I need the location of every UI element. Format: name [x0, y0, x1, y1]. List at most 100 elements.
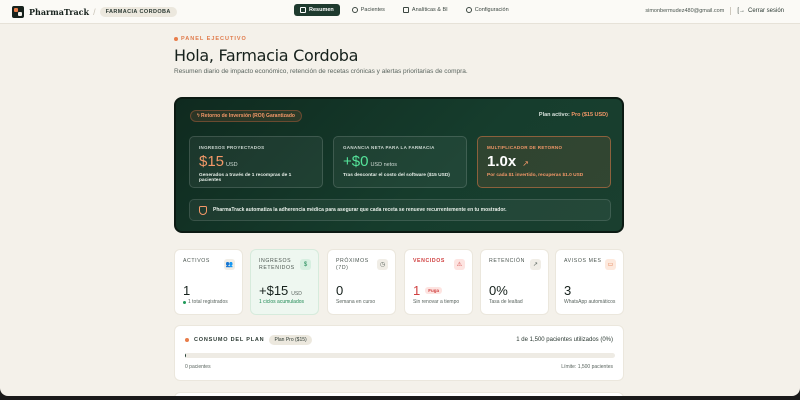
trend-icon: ↗ — [530, 259, 541, 270]
stat-number: 1 — [183, 283, 191, 298]
eyebrow: PANEL EJECUTIVO — [174, 36, 624, 42]
usage-title: CONSUMO DEL PLAN — [194, 337, 265, 343]
grid-icon — [300, 7, 306, 13]
plan-badge: Plan Pro ($15) — [269, 335, 312, 345]
hero-note-text: PharmaTrack automatiza la adherencia méd… — [213, 207, 507, 213]
stat-sub: WhatsApp automáticos — [564, 299, 620, 305]
tab-configuracion[interactable]: Configuración — [460, 4, 515, 16]
metric-number: +$0 — [343, 153, 369, 170]
tab-pacientes[interactable]: Pacientes — [346, 4, 391, 16]
stat-sub-text: 1 total registrados — [188, 299, 228, 305]
status-dot-icon — [183, 300, 186, 304]
stat-value: 3 — [564, 283, 571, 298]
eyebrow-text: PANEL EJECUTIVO — [181, 36, 247, 42]
usage-limit-label: Límite: 1,500 pacientes — [561, 364, 613, 370]
usage-progress-bar — [185, 353, 615, 358]
logout-icon: [→ — [737, 8, 745, 14]
brand-name: PharmaTrack — [29, 6, 90, 17]
metric-net-gain: GANANCIA NETA PARA LA FARMACIA +$0 USD n… — [333, 136, 467, 188]
stat-label: INGRESOS RETENIDOS — [259, 258, 295, 271]
roi-hero-card: ϟ Retorno de Inversión (ROI) Garantizado… — [174, 97, 624, 233]
stat-sub-text: Sin renovar a tiempo — [413, 299, 460, 305]
stat-card-vencidos[interactable]: VENCIDOS ⚠ 1 Fuga Sin renovar a tiempo — [404, 249, 473, 315]
metric-unit: USD netos — [370, 162, 398, 168]
active-plan-value: Pro ($15 USD) — [571, 112, 608, 118]
chart-icon — [402, 7, 409, 13]
tab-label: Analíticas & BI — [411, 7, 448, 13]
stat-sub: Sin renovar a tiempo — [413, 299, 469, 305]
stat-card-ingresos-retenidos[interactable]: INGRESOS RETENIDOS $ +$15 USD 1 ciclos a… — [250, 249, 319, 315]
stat-value: 1 Fuga — [413, 283, 442, 298]
arrow-up-right-icon: ↗ — [522, 159, 529, 168]
warning-icon: ⚠ — [454, 259, 465, 270]
logout-label: Cerrar sesión — [747, 8, 784, 14]
metric-number: 1.0x — [487, 153, 517, 170]
metric-desc: Tras descontar el costo del software ($1… — [343, 173, 450, 178]
tab-analiticas[interactable]: Analíticas & BI — [397, 4, 454, 16]
stat-sub: 1 total registrados — [183, 299, 239, 305]
stat-value: 1 — [183, 283, 190, 298]
clock-icon: ◷ — [377, 259, 388, 270]
stat-label: ACTIVOS — [183, 258, 210, 264]
stat-sub-text: 1 ciclos acumulados — [259, 299, 305, 305]
metric-value: $15 USD — [199, 153, 313, 170]
stat-card-activos[interactable]: ACTIVOS 👥 1 1 total registrados — [174, 249, 243, 315]
metric-desc: Por cada $1 invertido, recuperas $1.0 US… — [487, 173, 584, 178]
stat-value: +$15 USD — [259, 283, 302, 298]
user-area: simonbermudez480@gmail.com [→ Cerrar ses… — [645, 7, 784, 15]
stat-number: 3 — [564, 283, 572, 298]
gear-icon — [465, 7, 472, 13]
metric-unit: USD — [226, 162, 238, 168]
brand[interactable]: PharmaTrack — [12, 5, 90, 18]
metric-value: +$0 USD netos — [343, 153, 457, 170]
stat-label: AVISOS MES — [564, 258, 602, 264]
main-tabs: Resumen Pacientes Analíticas & BI Config… — [294, 4, 515, 16]
stat-card-retencion[interactable]: RETENCIÓN ↗ 0% Tasa de lealtad — [480, 249, 549, 315]
lightning-icon: ϟ — [197, 113, 200, 119]
roi-badge-label: Retorno de Inversión (ROI) Garantizado — [201, 113, 295, 119]
next-card-peek — [174, 392, 624, 396]
leak-badge: Fuga — [425, 287, 442, 294]
brand-separator: / — [93, 6, 96, 17]
stat-unit: USD — [291, 291, 302, 297]
metric-desc: Generados a través de 1 recompras de 1 p… — [199, 173, 292, 183]
pharmatrack-logo-icon — [12, 5, 24, 18]
hero-note: PharmaTrack automatiza la adherencia méd… — [189, 199, 611, 221]
stat-sub: Tasa de lealtad — [489, 299, 545, 305]
eyebrow-dot-icon — [174, 37, 178, 41]
stat-sub-text: Semana en curso — [336, 299, 376, 305]
metric-return-multiplier: MULTIPLICADOR DE RETORNO 1.0x ↗ Por cada… — [477, 136, 611, 188]
usage-count: 1 de 1,500 pacientes utilizados (0%) — [516, 337, 613, 343]
stat-number: +$15 — [259, 283, 289, 298]
shield-icon — [199, 205, 207, 215]
tab-label: Configuración — [474, 7, 509, 13]
page-subtitle: Resumen diario de impacto económico, ret… — [174, 68, 468, 75]
stat-card-proximos[interactable]: PRÓXIMOS (7D) ◷ 0 Semana en curso — [327, 249, 396, 315]
page-header: PANEL EJECUTIVO Hola, Farmacia Cordoba R… — [174, 36, 624, 75]
pharmacy-badge: FARMACIA CORDOBA — [99, 6, 177, 17]
stat-sub-text: Tasa de lealtad — [489, 299, 523, 305]
tab-resumen[interactable]: Resumen — [294, 4, 340, 16]
metric-number: $15 — [199, 153, 225, 170]
tab-label: Resumen — [309, 7, 334, 13]
metric-label: MULTIPLICADOR DE RETORNO — [487, 145, 563, 150]
stat-sub-text: WhatsApp automáticos — [564, 299, 616, 305]
stat-sub: Semana en curso — [336, 299, 392, 305]
metric-projected-income: INGRESOS PROYECTADOS $15 USD Generados a… — [189, 136, 323, 188]
top-nav: PharmaTrack / FARMACIA CORDOBA Resumen P… — [0, 0, 800, 24]
stat-number: 0 — [336, 283, 344, 298]
stat-card-avisos-mes[interactable]: AVISOS MES ▭ 3 WhatsApp automáticos — [555, 249, 624, 315]
stat-value: 0 — [336, 283, 343, 298]
plan-usage-card: CONSUMO DEL PLAN Plan Pro ($15) 1 de 1,5… — [174, 325, 624, 381]
logout-button[interactable]: [→ Cerrar sesión — [737, 8, 784, 14]
users-icon: 👥 — [224, 259, 235, 270]
active-plan-prefix: Plan activo: — [538, 112, 570, 118]
usage-dot-icon — [185, 338, 189, 342]
page-title: Hola, Farmacia Cordoba — [174, 46, 359, 65]
message-icon: ▭ — [605, 259, 616, 270]
roi-badge: ϟ Retorno de Inversión (ROI) Garantizado — [190, 110, 302, 122]
stat-sub: 1 ciclos acumulados — [259, 299, 315, 305]
metric-label: INGRESOS PROYECTADOS — [199, 145, 265, 150]
app-frame: PharmaTrack / FARMACIA CORDOBA Resumen P… — [0, 0, 800, 396]
stat-label: VENCIDOS — [413, 258, 445, 264]
